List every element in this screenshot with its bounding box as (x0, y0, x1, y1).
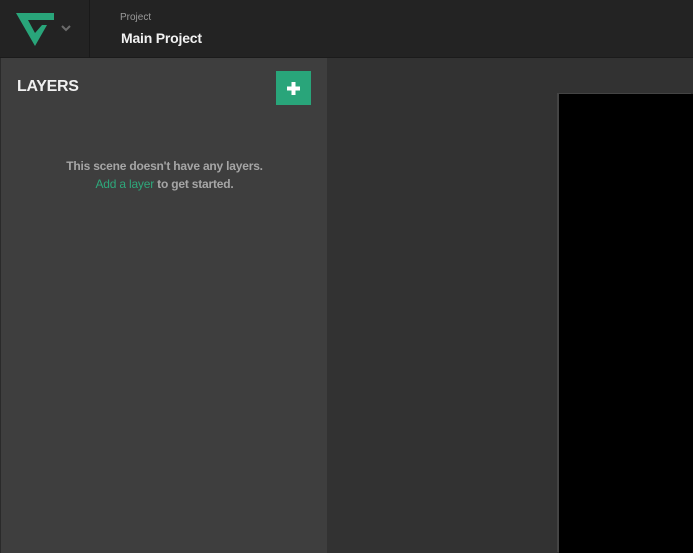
project-caption: Project (120, 12, 152, 23)
add-layer-suffix: to get started. (154, 177, 234, 191)
app-menu-button[interactable] (0, 0, 90, 58)
layers-panel: LAYERS This scene doesn't have any layer… (0, 58, 327, 553)
empty-state-cta: Add a layer to get started. (1, 175, 328, 193)
project-name[interactable]: Main Project (121, 30, 202, 46)
app-window: Project Main Project LAYERS This scene d… (0, 0, 693, 553)
chevron-down-icon (60, 22, 72, 34)
triangle-logo-icon (16, 13, 54, 46)
add-layer-link[interactable]: Add a layer (96, 177, 155, 191)
canvas-area[interactable] (327, 58, 693, 553)
empty-state-text: This scene doesn't have any layers. (66, 159, 263, 173)
layers-title: LAYERS (17, 78, 79, 95)
top-header: Project Main Project (0, 0, 693, 58)
add-layer-button[interactable] (276, 71, 311, 105)
scene-stage[interactable] (559, 94, 693, 553)
empty-state-message: This scene doesn't have any layers. Add … (1, 157, 328, 193)
plus-icon (287, 82, 300, 95)
